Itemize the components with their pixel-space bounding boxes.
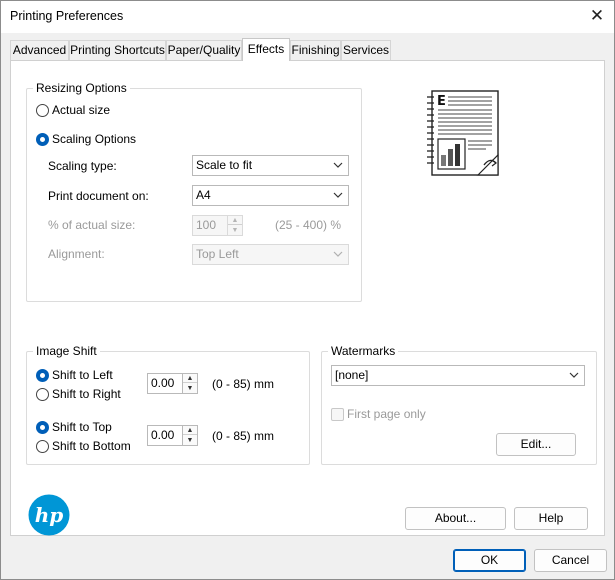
chevron-down-icon — [569, 372, 579, 378]
shift-to-right-label: Shift to Right — [52, 387, 121, 401]
arrow-up-icon[interactable]: ▲ — [228, 216, 242, 225]
percent-actual-size-label: % of actual size: — [48, 218, 136, 232]
tab-finishing[interactable]: Finishing — [290, 40, 341, 60]
percent-actual-size-stepper[interactable]: ▲ ▼ — [227, 215, 243, 236]
arrow-down-icon[interactable]: ▼ — [183, 436, 197, 445]
watermarks-label: Watermarks — [328, 344, 399, 358]
shift-to-top-radio[interactable]: Shift to Top — [36, 420, 136, 436]
chevron-down-icon — [333, 162, 343, 168]
image-shift-label: Image Shift — [33, 344, 100, 358]
shift-to-right-radio[interactable]: Shift to Right — [36, 387, 136, 403]
scaling-type-select[interactable]: Scale to fit — [192, 155, 349, 176]
tab-paper-quality[interactable]: Paper/Quality — [166, 40, 242, 60]
hp-logo-text: hp — [35, 503, 64, 527]
watermarks-group: Watermarks [none] First page only Edit..… — [321, 344, 597, 465]
horizontal-shift-input[interactable]: 0.00 — [147, 373, 184, 394]
shift-to-top-radio-circle[interactable] — [36, 421, 49, 434]
first-page-only-label: First page only — [347, 407, 426, 421]
shift-to-left-radio[interactable]: Shift to Left — [36, 368, 136, 384]
tab-effects[interactable]: Effects — [242, 38, 290, 61]
alignment-value: Top Left — [196, 247, 239, 261]
arrow-down-icon[interactable]: ▼ — [183, 384, 197, 393]
horizontal-range-label: (0 - 85) mm — [212, 377, 275, 391]
image-shift-group: Image Shift Shift to Left Shift to Right… — [26, 344, 310, 465]
shift-to-bottom-radio-circle[interactable] — [36, 440, 49, 453]
title-bar: Printing Preferences ✕ — [1, 1, 614, 33]
close-button[interactable]: ✕ — [586, 6, 608, 28]
resizing-options-label: Resizing Options — [33, 81, 130, 95]
scaling-type-label: Scaling type: — [48, 159, 117, 173]
hp-logo: hp — [28, 494, 70, 536]
cancel-button[interactable]: Cancel — [534, 549, 607, 572]
vertical-range-label: (0 - 85) mm — [212, 429, 275, 443]
print-document-on-label: Print document on: — [48, 189, 149, 203]
preview-letter: E — [437, 94, 446, 109]
alignment-label: Alignment: — [48, 247, 105, 261]
tab-services[interactable]: Services — [341, 40, 391, 60]
resizing-options-group: Resizing Options Actual size Scaling Opt… — [26, 81, 362, 302]
arrow-up-icon[interactable]: ▲ — [183, 426, 197, 435]
first-page-only-checkbox[interactable]: First page only — [331, 407, 441, 423]
arrow-down-icon[interactable]: ▼ — [228, 226, 242, 235]
percent-range-label: (25 - 400) % — [275, 218, 342, 232]
watermark-select[interactable]: [none] — [331, 365, 585, 386]
print-document-on-select[interactable]: A4 — [192, 185, 349, 206]
first-page-only-box[interactable] — [331, 408, 344, 421]
alignment-select[interactable]: Top Left — [192, 244, 349, 265]
effects-tab-panel: Resizing Options Actual size Scaling Opt… — [10, 60, 605, 536]
chevron-down-icon — [333, 251, 343, 257]
vertical-shift-stepper[interactable]: ▲ ▼ — [182, 425, 198, 446]
tab-printing-shortcuts[interactable]: Printing Shortcuts — [69, 40, 166, 60]
print-document-on-value: A4 — [196, 188, 211, 202]
about-button[interactable]: About... — [405, 507, 506, 530]
shift-to-right-radio-circle[interactable] — [36, 388, 49, 401]
shift-to-top-label: Shift to Top — [52, 420, 112, 434]
scaling-options-radio[interactable]: Scaling Options — [36, 132, 156, 148]
scaling-options-label: Scaling Options — [52, 132, 137, 146]
horizontal-shift-stepper[interactable]: ▲ ▼ — [182, 373, 198, 394]
shift-to-left-label: Shift to Left — [52, 368, 113, 382]
help-button[interactable]: Help — [514, 507, 588, 530]
shift-to-bottom-radio[interactable]: Shift to Bottom — [36, 439, 146, 455]
window-title: Printing Preferences — [10, 9, 124, 23]
chevron-down-icon — [333, 192, 343, 198]
shift-to-bottom-label: Shift to Bottom — [52, 439, 131, 453]
document-preview-icon: E — [427, 90, 499, 176]
edit-watermark-button[interactable]: Edit... — [496, 433, 576, 456]
shift-to-left-radio-circle[interactable] — [36, 369, 49, 382]
actual-size-radio[interactable]: Actual size — [36, 103, 156, 119]
percent-actual-size-input[interactable]: 100 — [192, 215, 229, 236]
printing-preferences-dialog: Printing Preferences ✕ Advanced Printing… — [0, 0, 615, 580]
scaling-type-value: Scale to fit — [196, 158, 253, 172]
actual-size-label: Actual size — [52, 103, 111, 117]
vertical-shift-input[interactable]: 0.00 — [147, 425, 184, 446]
actual-size-radio-circle[interactable] — [36, 104, 49, 117]
scaling-options-radio-circle[interactable] — [36, 133, 49, 146]
ok-button[interactable]: OK — [453, 549, 526, 572]
arrow-up-icon[interactable]: ▲ — [183, 374, 197, 383]
tab-advanced[interactable]: Advanced — [10, 40, 69, 60]
watermark-value: [none] — [335, 368, 369, 382]
